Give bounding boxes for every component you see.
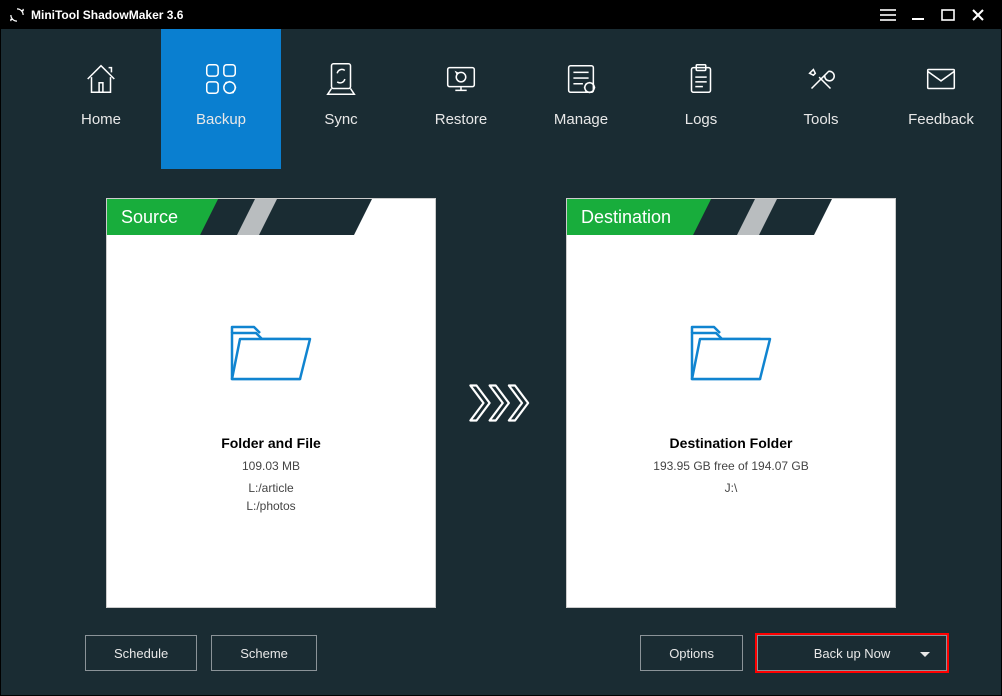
- nav-label: Manage: [554, 111, 608, 128]
- destination-free-space: 193.95 GB free of 194.07 GB: [653, 459, 808, 473]
- caret-down-icon: [920, 646, 930, 661]
- nav-bar: Home Backup Sync Restore Manage: [1, 29, 1001, 169]
- destination-header-label: Destination: [567, 199, 711, 235]
- source-panel[interactable]: Source Folder and File 109.03 MB L:/arti…: [106, 198, 436, 608]
- nav-label: Feedback: [908, 111, 974, 128]
- source-path-line: L:/photos: [246, 497, 295, 515]
- schedule-button[interactable]: Schedule: [85, 635, 197, 671]
- nav-item-tools[interactable]: Tools: [761, 29, 881, 169]
- transfer-arrows-icon: [466, 378, 536, 428]
- folder-icon: [226, 315, 316, 395]
- destination-header: Destination: [567, 199, 895, 235]
- nav-item-feedback[interactable]: Feedback: [881, 29, 1001, 169]
- nav-item-sync[interactable]: Sync: [281, 29, 401, 169]
- main-content: Source Folder and File 109.03 MB L:/arti…: [1, 169, 1001, 627]
- nav-label: Tools: [803, 111, 838, 128]
- nav-label: Sync: [324, 111, 357, 128]
- menu-icon[interactable]: [873, 3, 903, 27]
- footer: Schedule Scheme Options Back up Now: [1, 627, 1001, 695]
- source-paths: L:/article L:/photos: [246, 479, 295, 515]
- minimize-icon[interactable]: [903, 3, 933, 27]
- source-header-label: Source: [107, 199, 218, 235]
- source-size: 109.03 MB: [242, 459, 300, 473]
- nav-label: Logs: [685, 111, 718, 128]
- app-title: MiniTool ShadowMaker 3.6: [31, 8, 183, 22]
- manage-icon: [561, 59, 601, 99]
- nav-label: Home: [81, 111, 121, 128]
- close-icon[interactable]: [963, 3, 993, 27]
- destination-path: J:\: [725, 479, 738, 497]
- source-title: Folder and File: [221, 435, 321, 451]
- nav-item-restore[interactable]: Restore: [401, 29, 521, 169]
- restore-icon: [441, 59, 481, 99]
- app-logo-icon: [9, 7, 25, 23]
- home-icon: [81, 59, 121, 99]
- logs-icon: [681, 59, 721, 99]
- maximize-icon[interactable]: [933, 3, 963, 27]
- backup-icon: [201, 59, 241, 99]
- nav-item-logs[interactable]: Logs: [641, 29, 761, 169]
- backup-now-label: Back up Now: [814, 646, 891, 661]
- tools-icon: [801, 59, 841, 99]
- options-button[interactable]: Options: [640, 635, 743, 671]
- destination-title: Destination Folder: [670, 435, 793, 451]
- destination-panel[interactable]: Destination Destination Folder 193.95 GB…: [566, 198, 896, 608]
- nav-label: Backup: [196, 111, 246, 128]
- app-window: MiniTool ShadowMaker 3.6 Home Backup: [0, 0, 1002, 696]
- nav-label: Restore: [435, 111, 488, 128]
- source-header: Source: [107, 199, 435, 235]
- folder-icon: [686, 315, 776, 395]
- nav-item-home[interactable]: Home: [41, 29, 161, 169]
- titlebar: MiniTool ShadowMaker 3.6: [1, 1, 1001, 29]
- feedback-icon: [921, 59, 961, 99]
- backup-now-button[interactable]: Back up Now: [757, 635, 947, 671]
- nav-item-manage[interactable]: Manage: [521, 29, 641, 169]
- scheme-button[interactable]: Scheme: [211, 635, 317, 671]
- nav-item-backup[interactable]: Backup: [161, 29, 281, 169]
- sync-icon: [321, 59, 361, 99]
- source-path-line: L:/article: [246, 479, 295, 497]
